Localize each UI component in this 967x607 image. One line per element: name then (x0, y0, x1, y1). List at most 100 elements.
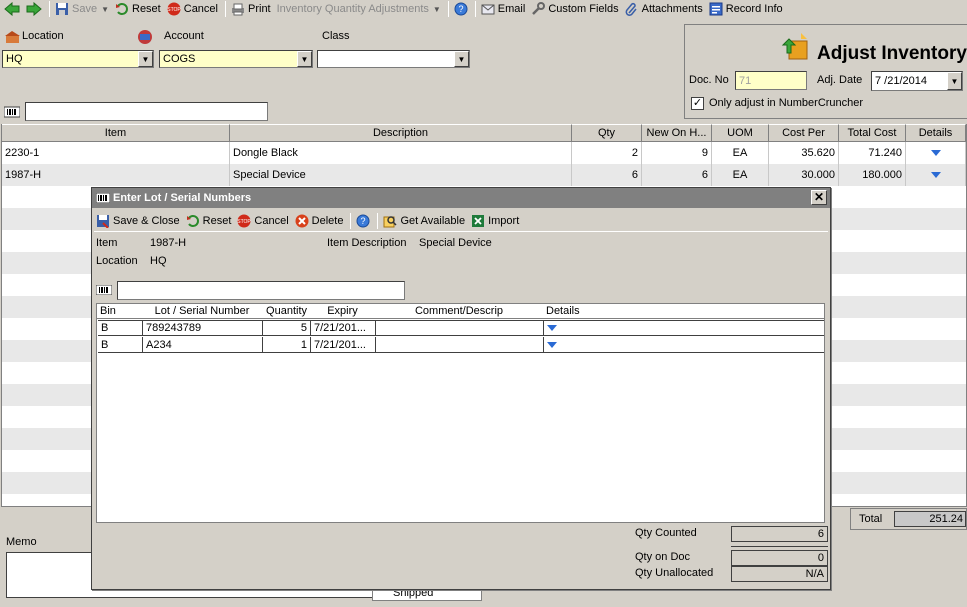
cell-details[interactable] (906, 142, 966, 164)
cell-qty[interactable]: 2 (572, 142, 642, 164)
details-dropdown-icon[interactable] (547, 341, 557, 348)
doc-no-field[interactable]: 71 (735, 71, 807, 90)
cell-total-cost[interactable]: 180.000 (839, 164, 906, 186)
lot-row[interactable]: B A234 1 7/21/201... (98, 337, 824, 353)
save-button[interactable]: Save ▼ (53, 0, 113, 18)
forward-button[interactable] (24, 0, 46, 18)
cell-cost-per[interactable]: 35.620 (769, 142, 839, 164)
custom-fields-button[interactable]: Custom Fields (529, 0, 622, 18)
barcode-input[interactable] (25, 102, 268, 121)
close-icon[interactable]: ✕ (811, 190, 827, 205)
cell-quantity[interactable]: 1 (263, 337, 311, 352)
adj-date-dropdown-icon[interactable]: ▼ (947, 72, 962, 90)
col-uom[interactable]: UOM (712, 124, 769, 141)
col-quantity[interactable]: Quantity (262, 304, 310, 318)
attachments-button[interactable]: Attachments (623, 0, 707, 18)
cell-qty[interactable]: 6 (572, 164, 642, 186)
details-dropdown-icon[interactable] (547, 325, 557, 331)
col-total-cost[interactable]: Total Cost (839, 124, 906, 141)
details-dropdown-icon[interactable] (930, 150, 941, 156)
col-lot-serial[interactable]: Lot / Serial Number (142, 304, 262, 318)
col-item[interactable]: Item (2, 124, 230, 141)
stop-sign-icon: STOP (167, 2, 181, 16)
col-comment[interactable]: Comment/Descrip (375, 304, 543, 318)
location-icon (5, 31, 20, 43)
cell-expiry[interactable]: 7/21/201... (311, 321, 376, 335)
toolbar-separator (49, 1, 50, 17)
cancel-button[interactable]: STOP Cancel (235, 212, 292, 230)
cell-bin[interactable]: B (98, 337, 143, 352)
get-available-button[interactable]: Get Available (381, 212, 469, 230)
cell-new-on-hand[interactable]: 9 (642, 142, 712, 164)
email-icon (481, 4, 495, 15)
floppy-disk-icon (97, 214, 109, 228)
col-details[interactable]: Details (906, 124, 966, 141)
cell-description[interactable]: Special Device (230, 164, 572, 186)
lot-row[interactable]: B 789243789 5 7/21/201... (98, 320, 824, 336)
cell-lot-serial[interactable]: 789243789 (143, 321, 263, 335)
cell-details[interactable] (544, 337, 824, 352)
cancel-button[interactable]: STOP Cancel (165, 0, 222, 18)
table-row[interactable]: 1987-H Special Device 6 6 EA 30.000 180.… (2, 164, 966, 186)
total-value: 251.24 (894, 511, 966, 527)
help-button[interactable]: ? (354, 212, 374, 230)
help-icon: ? (454, 2, 468, 16)
class-select[interactable]: ▼ (317, 50, 470, 68)
reset-button[interactable]: Reset (184, 212, 236, 230)
cell-quantity[interactable]: 5 (263, 321, 311, 335)
cell-total-cost[interactable]: 71.240 (839, 142, 906, 164)
cell-item[interactable]: 1987-H (2, 164, 230, 186)
serial-scan-input[interactable] (117, 281, 405, 300)
cell-comment[interactable] (376, 321, 544, 335)
dialog-titlebar[interactable]: Enter Lot / Serial Numbers ✕ (92, 188, 830, 208)
location-select[interactable]: HQ ▼ (2, 50, 154, 68)
only-adjust-label: Only adjust in NumberCruncher (709, 97, 864, 109)
account-dropdown-icon[interactable]: ▼ (297, 51, 312, 67)
cell-uom[interactable]: EA (712, 164, 769, 186)
cell-details[interactable] (544, 321, 824, 335)
col-cost-per[interactable]: Cost Per (769, 124, 839, 141)
col-description[interactable]: Description (230, 124, 572, 141)
table-row[interactable]: 2230-1 Dongle Black 2 9 EA 35.620 71.240 (2, 142, 966, 164)
cell-uom[interactable]: EA (712, 142, 769, 164)
location-dropdown-icon[interactable]: ▼ (138, 51, 153, 67)
col-bin[interactable]: Bin (97, 304, 142, 318)
save-close-button[interactable]: Save & Close (94, 212, 184, 230)
qty-on-doc-label: Qty on Doc (635, 551, 691, 563)
cell-description[interactable]: Dongle Black (230, 142, 572, 164)
account-select[interactable]: COGS ▼ (159, 50, 313, 68)
reset-button[interactable]: Reset (113, 0, 165, 18)
svg-text:?: ? (361, 216, 366, 226)
col-expiry[interactable]: Expiry (310, 304, 375, 318)
attachments-label: Attachments (641, 3, 703, 15)
save-dropdown-icon[interactable]: ▼ (101, 5, 109, 14)
back-button[interactable] (2, 0, 24, 18)
record-info-button[interactable]: Record Info (707, 0, 787, 18)
cell-cost-per[interactable]: 30.000 (769, 164, 839, 186)
adj-date-field[interactable]: 7 /21/2014 ▼ (871, 71, 963, 91)
print-button[interactable]: Print (229, 0, 275, 18)
col-new-on-hand[interactable]: New On H... (642, 124, 712, 141)
import-button[interactable]: Import (469, 212, 523, 230)
template-dropdown[interactable]: Inventory Quantity Adjustments ▼ (275, 0, 445, 18)
col-qty[interactable]: Qty (572, 124, 642, 141)
cell-item[interactable]: 2230-1 (2, 142, 230, 164)
help-button[interactable]: ? (452, 0, 472, 18)
email-button[interactable]: Email (479, 0, 530, 18)
cell-bin[interactable]: B (98, 321, 143, 335)
only-adjust-checkbox[interactable]: ✓ (691, 97, 704, 110)
template-dropdown-icon[interactable]: ▼ (433, 5, 441, 14)
record-info-icon (709, 2, 723, 16)
cell-comment[interactable] (376, 337, 544, 352)
details-dropdown-icon[interactable] (930, 172, 941, 178)
col-details[interactable]: Details (543, 304, 623, 318)
toolbar-separator (377, 212, 379, 229)
cell-lot-serial[interactable]: A234 (143, 337, 263, 352)
delete-button[interactable]: Delete (293, 212, 348, 230)
cell-details[interactable] (906, 164, 966, 186)
stop-sign-icon: STOP (238, 214, 251, 227)
account-value: COGS (163, 53, 196, 65)
cell-expiry[interactable]: 7/21/201... (311, 337, 376, 352)
cell-new-on-hand[interactable]: 6 (642, 164, 712, 186)
class-dropdown-icon[interactable]: ▼ (454, 51, 469, 67)
